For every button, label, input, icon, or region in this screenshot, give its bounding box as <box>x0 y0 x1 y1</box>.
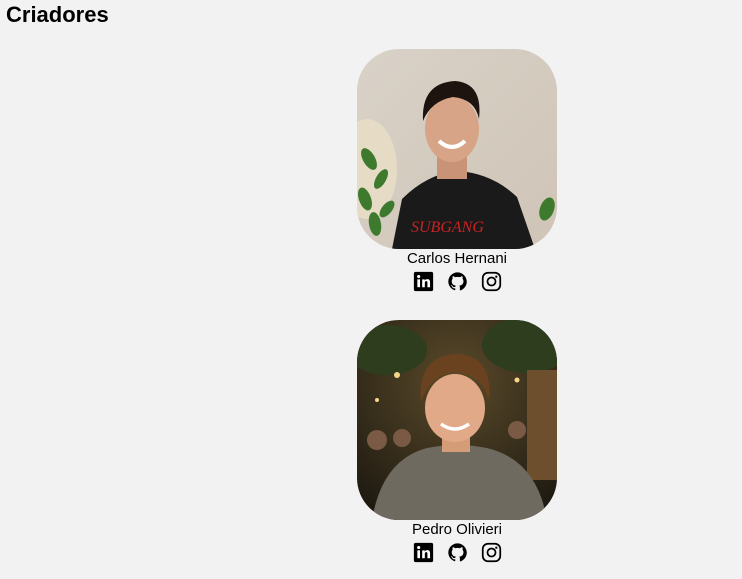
github-icon[interactable] <box>447 542 468 563</box>
creator-name: Carlos Hernani <box>406 250 508 267</box>
instagram-icon[interactable] <box>481 542 502 563</box>
page: Criadores SUBGANG Carlos Hernani Pedro O… <box>0 0 742 579</box>
linkedin-icon[interactable] <box>413 542 434 563</box>
social-links <box>413 542 502 563</box>
svg-text:SUBGANG: SUBGANG <box>411 219 484 236</box>
page-title: Criadores <box>6 2 109 27</box>
social-links <box>413 271 502 292</box>
github-icon[interactable] <box>447 271 468 292</box>
creators-list: SUBGANG Carlos Hernani Pedro Olivieri <box>357 49 557 563</box>
instagram-icon[interactable] <box>481 271 502 292</box>
linkedin-icon[interactable] <box>413 271 434 292</box>
creator-photo <box>357 320 557 520</box>
creator-card: SUBGANG Carlos Hernani <box>357 49 557 292</box>
creator-name: Pedro Olivieri <box>411 521 503 538</box>
person-photo-icon: SUBGANG <box>357 49 557 249</box>
person-photo-icon <box>357 320 557 520</box>
creator-card: Pedro Olivieri <box>357 320 557 563</box>
creator-photo: SUBGANG <box>357 49 557 249</box>
